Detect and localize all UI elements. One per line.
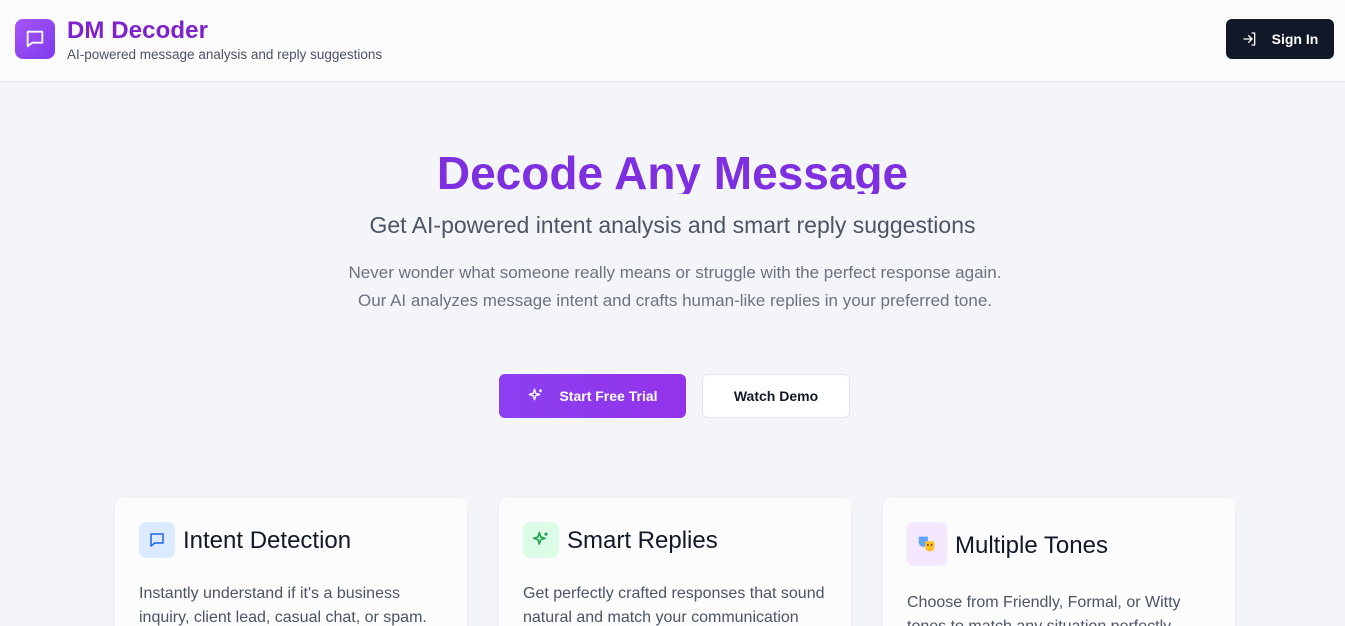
theater-masks-icon: [907, 522, 947, 566]
sign-in-button[interactable]: Sign In: [1226, 19, 1334, 59]
app-subtitle: AI-powered message analysis and reply su…: [67, 47, 383, 62]
hero-description: Never wonder what someone really means o…: [348, 263, 1002, 310]
log-in-icon: [1242, 32, 1255, 46]
sparkles-icon: [529, 388, 543, 401]
feature-description: Get perfectly crafted responses that sou…: [523, 585, 825, 626]
feature-title: Smart Replies: [567, 527, 718, 554]
hero-subtitle: Get AI-powered intent analysis and smart…: [369, 212, 976, 238]
message-square-icon: [139, 522, 175, 558]
hero-title: Decode Any Message: [436, 147, 909, 194]
start-free-trial-label: Start Free Trial: [559, 388, 658, 404]
feature-title: Intent Detection: [183, 527, 352, 554]
chat-bubble-icon[interactable]: [15, 19, 55, 59]
app-header: DM Decoder AI-powered message analysis a…: [0, 0, 1345, 82]
feature-card-smart-replies: Smart Replies Get perfectly crafted resp…: [499, 498, 851, 626]
feature-description: Instantly understand if it's a business …: [139, 585, 427, 626]
sparkles-icon: [523, 522, 559, 558]
feature-title: Multiple Tones: [955, 532, 1108, 559]
feature-card-multiple-tones: Multiple Tones Choose from Friendly, For…: [883, 498, 1235, 626]
feature-description: Choose from Friendly, Formal, or Witty t…: [907, 594, 1181, 626]
feature-card-intent-detection: Intent Detection Instantly understand if…: [115, 498, 467, 626]
app-title[interactable]: DM Decoder: [67, 17, 208, 45]
start-free-trial-button[interactable]: Start Free Trial: [499, 374, 686, 418]
watch-demo-button[interactable]: Watch Demo: [702, 374, 850, 418]
sign-in-label: Sign In: [1271, 31, 1319, 47]
watch-demo-label: Watch Demo: [733, 388, 819, 404]
